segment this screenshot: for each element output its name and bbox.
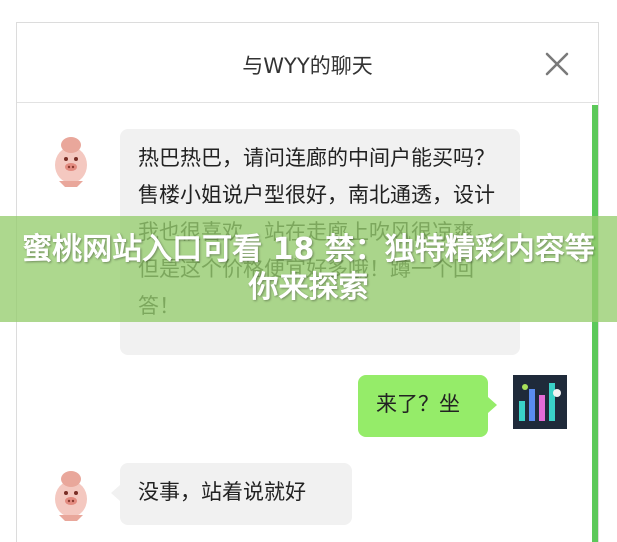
pig-avatar-icon[interactable]	[45, 131, 97, 191]
bubble-tail	[111, 485, 120, 501]
banner-text: 蜜桃网站入口可看 18 禁：独特精彩内容等你来探索	[22, 232, 595, 305]
pig-avatar-icon[interactable]	[45, 465, 97, 525]
message-bubble-incoming[interactable]: 没事，站着说就好	[111, 463, 352, 525]
message-text: 没事，站着说就好	[138, 480, 306, 504]
close-icon[interactable]	[544, 51, 570, 77]
message-text: 来了？坐	[376, 392, 460, 416]
overlay-banner: 蜜桃网站入口可看 18 禁：独特精彩内容等你来探索	[0, 216, 617, 322]
abstract-art-avatar[interactable]	[513, 375, 567, 429]
scrollbar[interactable]	[592, 105, 598, 542]
bubble-tail	[488, 397, 497, 413]
chat-header: 与WYY的聊天	[17, 23, 598, 103]
chat-title: 与WYY的聊天	[242, 54, 373, 78]
message-bubble-outgoing[interactable]: 来了？坐	[358, 375, 497, 437]
